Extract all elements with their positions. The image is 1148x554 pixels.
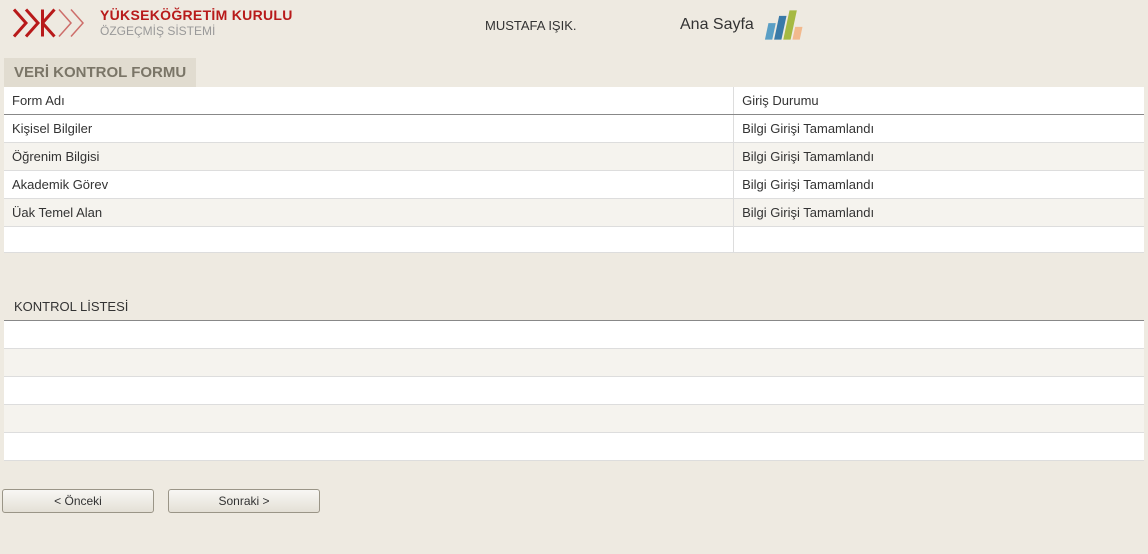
list-item — [4, 349, 1144, 377]
cell-form-name: Üak Temel Alan — [4, 199, 734, 227]
cell-form-name: Öğrenim Bilgisi — [4, 143, 734, 171]
list-item — [4, 405, 1144, 433]
list-item — [4, 433, 1144, 461]
section-title-kontrol-listesi: KONTROL LİSTESİ — [4, 293, 1144, 320]
table-row: Üak Temel Alan Bilgi Girişi Tamamlandı — [4, 199, 1144, 227]
cell-status: Bilgi Girişi Tamamlandı — [734, 115, 1144, 143]
list-item — [4, 377, 1144, 405]
cell-status: Bilgi Girişi Tamamlandı — [734, 143, 1144, 171]
list-item — [4, 321, 1144, 349]
yok-logo-icon — [10, 8, 90, 38]
home-area: Ana Sayfa — [680, 10, 817, 40]
org-subtitle: ÖZGEÇMİŞ SİSTEMİ — [100, 24, 293, 38]
org-title: YÜKSEKÖĞRETİM KURULU — [100, 7, 293, 24]
logo-area: YÜKSEKÖĞRETİM KURULU ÖZGEÇMİŞ SİSTEMİ — [10, 7, 293, 38]
prev-button[interactable]: < Önceki — [2, 489, 154, 513]
table-row-empty — [4, 227, 1144, 253]
cell-form-name: Kişisel Bilgiler — [4, 115, 734, 143]
section-title-veri-kontrol: VERİ KONTROL FORMU — [4, 58, 196, 87]
col-header-status: Giriş Durumu — [734, 87, 1144, 115]
table-row: Kişisel Bilgiler Bilgi Girişi Tamamlandı — [4, 115, 1144, 143]
home-link[interactable]: Ana Sayfa — [680, 16, 754, 34]
table-row: Akademik Görev Bilgi Girişi Tamamlandı — [4, 171, 1144, 199]
button-bar: < Önceki Sonraki > — [2, 489, 1148, 513]
col-header-form-name: Form Adı — [4, 87, 734, 115]
header: YÜKSEKÖĞRETİM KURULU ÖZGEÇMİŞ SİSTEMİ MU… — [0, 0, 1148, 48]
control-list — [4, 320, 1144, 461]
bars-chart-icon — [762, 10, 817, 40]
next-button[interactable]: Sonraki > — [168, 489, 320, 513]
table-row: Öğrenim Bilgisi Bilgi Girişi Tamamlandı — [4, 143, 1144, 171]
user-name: MUSTAFA IŞIK. — [485, 18, 577, 33]
data-control-table: Form Adı Giriş Durumu Kişisel Bilgiler B… — [4, 87, 1144, 253]
cell-status: Bilgi Girişi Tamamlandı — [734, 199, 1144, 227]
cell-form-name: Akademik Görev — [4, 171, 734, 199]
cell-status: Bilgi Girişi Tamamlandı — [734, 171, 1144, 199]
